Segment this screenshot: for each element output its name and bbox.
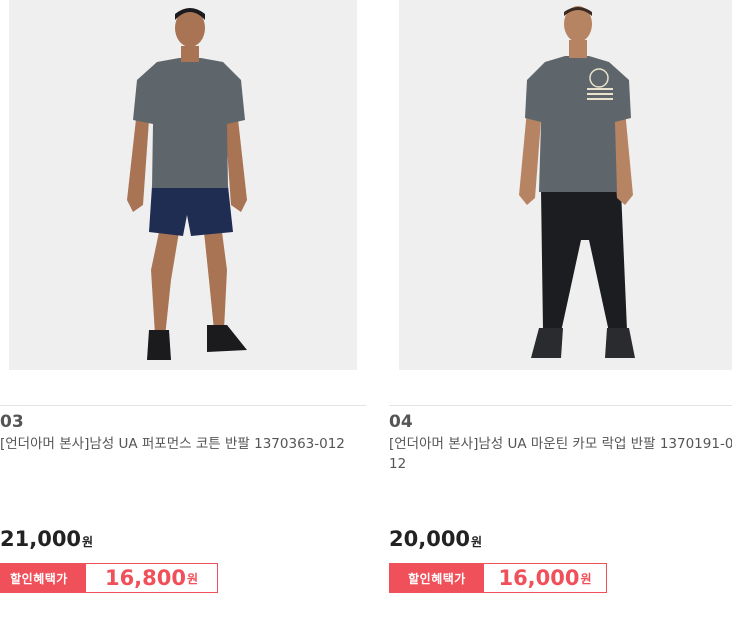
- product-price: 20,000원: [389, 527, 482, 551]
- product-title[interactable]: [언더아머 본사]남성 UA 퍼포먼스 코튼 반팔 1370363-012: [0, 434, 346, 454]
- currency-label: 원: [187, 571, 199, 586]
- currency-label: 원: [82, 535, 94, 549]
- discount-label: 할인혜택가: [0, 564, 86, 592]
- discount-price-box: 할인혜택가 16,000 원: [389, 563, 607, 593]
- product-image[interactable]: [9, 0, 357, 370]
- discount-price-value: 16,800: [104, 566, 186, 590]
- discount-label-text: 할인혜택가: [408, 571, 466, 586]
- discount-price: 16,000 원: [484, 564, 606, 592]
- product-price: 21,000원: [0, 527, 93, 551]
- discount-label: 할인혜택가: [390, 564, 484, 592]
- price-value: 20,000: [389, 527, 471, 551]
- divider: [389, 405, 732, 406]
- product-title[interactable]: [언더아머 본사]남성 UA 마운틴 카모 락업 반팔 1370191-012: [389, 434, 732, 474]
- product-image-figure: [9, 0, 357, 370]
- currency-label: 원: [580, 571, 592, 586]
- product-image[interactable]: [399, 0, 732, 370]
- price-value: 21,000: [0, 527, 82, 551]
- product-image-figure: [399, 0, 732, 370]
- discount-price: 16,800 원: [86, 564, 217, 592]
- divider: [0, 405, 366, 406]
- discount-price-value: 16,000: [498, 566, 580, 590]
- product-number: 04: [389, 412, 413, 432]
- currency-label: 원: [471, 535, 483, 549]
- discount-price-box: 할인혜택가 16,800 원: [0, 563, 218, 593]
- discount-label-text: 할인혜택가: [10, 571, 68, 586]
- product-number: 03: [0, 412, 24, 432]
